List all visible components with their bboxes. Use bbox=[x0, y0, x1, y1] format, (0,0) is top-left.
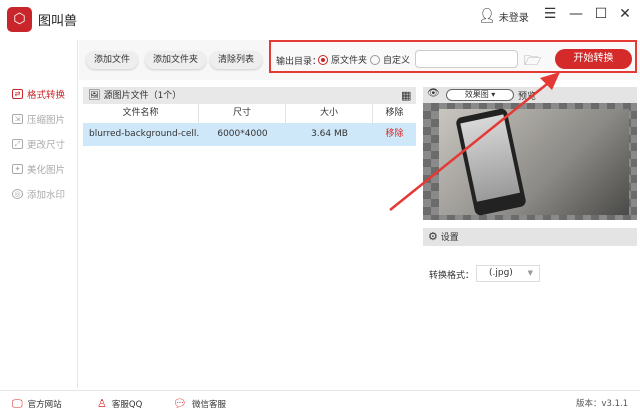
website-label: 官方网站 bbox=[27, 400, 62, 410]
sidebar-item-watermark[interactable]: ◎ 添加水印 bbox=[12, 187, 65, 201]
image-icon: 🖼︎ bbox=[88, 90, 101, 101]
sidebar-item-compress[interactable]: ⇲ 压缩图片 bbox=[12, 112, 65, 126]
sidebar-item-resize[interactable]: ⤢ 更改尺寸 bbox=[12, 137, 65, 151]
compress-icon: ⇲ bbox=[12, 114, 23, 124]
radio-label: 原文件夹 bbox=[331, 56, 368, 66]
beautify-icon: ✦ bbox=[12, 164, 23, 174]
wechat-icon: 💬︎ bbox=[173, 397, 187, 410]
convert-icon: ⇄ bbox=[12, 89, 23, 99]
qq-support-link[interactable]: ♙ 客服QQ bbox=[97, 397, 142, 410]
column-header-name: 文件名称 bbox=[83, 104, 199, 123]
qq-icon: ♙ bbox=[97, 397, 107, 410]
chevron-down-icon: ▼ bbox=[527, 269, 533, 277]
sidebar-item-beautify[interactable]: ✦ 美化图片 bbox=[12, 162, 65, 176]
sidebar-item-format-convert[interactable]: ⇄ 格式转换 bbox=[12, 87, 65, 101]
app-title: 图叫兽 bbox=[38, 14, 78, 29]
resize-icon: ⤢ bbox=[12, 139, 23, 149]
file-panel-title: 源图片文件（1个） bbox=[103, 91, 182, 101]
settings-title: 设置 bbox=[440, 233, 459, 243]
sidebar-item-label: 格式转换 bbox=[27, 90, 66, 101]
login-label: 未登录 bbox=[498, 12, 529, 24]
footer bbox=[0, 390, 640, 416]
sidebar-item-label: 更改尺寸 bbox=[27, 140, 66, 151]
sidebar: ⇄ 格式转换 ⇲ 压缩图片 ⤢ 更改尺寸 ✦ 美化图片 ◎ 添加水印 bbox=[0, 40, 78, 388]
radio-source-folder[interactable]: 原文件夹 bbox=[318, 53, 367, 66]
radio-checked-icon bbox=[318, 54, 328, 65]
monitor-icon: 🖵 bbox=[12, 397, 23, 410]
watermark-icon: ◎ bbox=[12, 189, 23, 199]
annotation-arrow bbox=[389, 72, 560, 211]
wechat-support-link[interactable]: 💬︎ 微信客服 bbox=[173, 397, 226, 410]
file-size-cell: 3.64 MB bbox=[286, 123, 373, 146]
sidebar-item-label: 添加水印 bbox=[27, 190, 66, 201]
maximize-button[interactable]: ☐ bbox=[592, 6, 610, 22]
website-link[interactable]: 🖵 官方网站 bbox=[12, 397, 62, 411]
gear-icon: ⚙ bbox=[428, 230, 438, 243]
login-button[interactable]: 👤︎ 未登录 bbox=[478, 8, 529, 24]
format-label: 转换格式： bbox=[429, 271, 475, 281]
wechat-label: 微信客服 bbox=[191, 399, 226, 410]
close-button[interactable]: ✕ bbox=[616, 6, 634, 22]
radio-unchecked-icon bbox=[370, 54, 380, 65]
app-logo: ⬡ bbox=[7, 7, 32, 32]
menu-icon[interactable]: ☰ bbox=[541, 6, 559, 22]
output-dir-label: 输出目录： bbox=[276, 57, 322, 67]
column-header-size: 大小 bbox=[286, 104, 373, 123]
minimize-button[interactable]: — bbox=[567, 6, 585, 22]
sidebar-item-label: 压缩图片 bbox=[27, 115, 66, 126]
file-panel-header: 🖼︎ 源图片文件（1个） bbox=[83, 87, 416, 104]
sidebar-item-label: 美化图片 bbox=[27, 165, 66, 176]
version-label: 版本：v3.1.1 bbox=[576, 399, 629, 409]
add-folder-button[interactable]: 添加文件夹 bbox=[145, 51, 207, 69]
user-icon: 👤︎ bbox=[478, 8, 496, 24]
add-file-button[interactable]: 添加文件 bbox=[86, 51, 139, 69]
format-value: (.jpg) bbox=[489, 268, 513, 278]
file-dimensions-cell: 6000*4000 bbox=[199, 123, 286, 146]
qq-label: 客服QQ bbox=[111, 399, 143, 410]
settings-header: ⚙ 设置 bbox=[423, 228, 637, 246]
clear-list-button[interactable]: 清除列表 bbox=[210, 51, 263, 69]
file-name-cell[interactable]: blurred-background-cell... bbox=[83, 123, 199, 146]
column-header-dimensions: 尺寸 bbox=[199, 104, 286, 123]
format-select[interactable]: (.jpg) ▼ bbox=[476, 265, 540, 282]
